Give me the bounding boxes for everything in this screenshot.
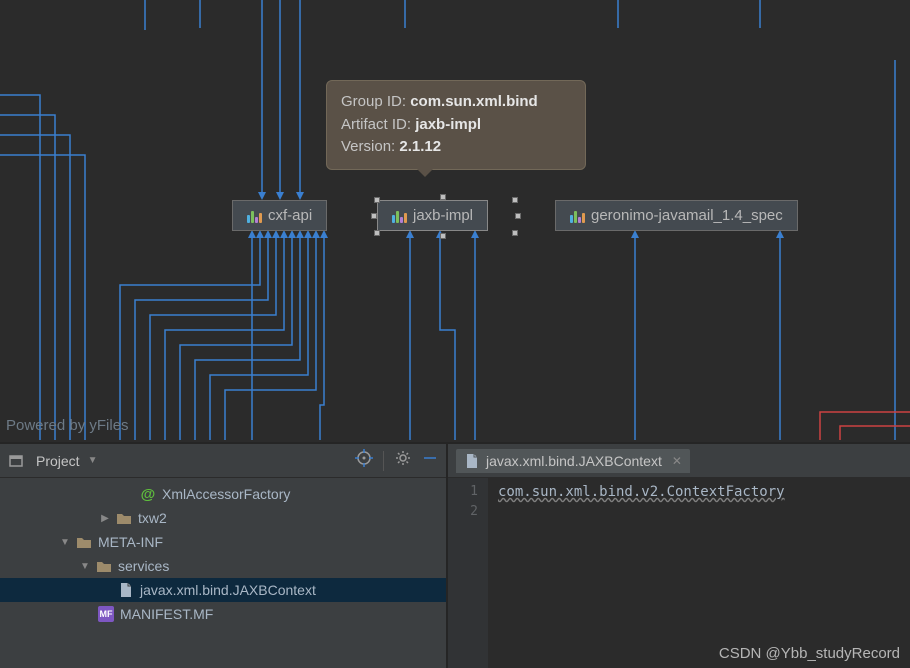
module-icon <box>570 209 585 223</box>
editor-tabs: javax.xml.bind.JAXBContext ✕ <box>448 444 910 478</box>
tooltip-version-label: Version: <box>341 138 395 155</box>
tooltip-group-value: com.sun.xml.bind <box>410 93 538 110</box>
project-header: Project ▼ <box>0 444 446 478</box>
code-area[interactable]: com.sun.xml.bind.v2.ContextFactory <box>488 478 910 668</box>
selection-handle[interactable] <box>515 213 521 219</box>
gear-icon[interactable] <box>394 449 412 472</box>
module-icon <box>392 209 407 223</box>
tooltip-artifact-label: Artifact ID: <box>341 116 411 133</box>
tree-label: txw2 <box>138 510 167 526</box>
selection-handle[interactable] <box>374 230 380 236</box>
node-geronimo[interactable]: geronimo-javamail_1.4_spec <box>555 200 798 231</box>
node-cxf-api[interactable]: cxf-api <box>232 200 327 231</box>
project-icon <box>8 453 24 469</box>
target-icon[interactable] <box>355 449 373 472</box>
selection-handle[interactable] <box>374 197 380 203</box>
file-icon <box>464 453 480 469</box>
tooltip-artifact-value: jaxb-impl <box>415 116 481 133</box>
tooltip-version-value: 2.1.12 <box>399 138 441 155</box>
project-tree[interactable]: @ XmlAccessorFactory ▶ txw2 ▼ META-INF ▼… <box>0 478 446 668</box>
tree-item-manifest[interactable]: MF MANIFEST.MF <box>0 602 446 626</box>
code-line: com.sun.xml.bind.v2.ContextFactory <box>498 482 900 502</box>
selection-handle[interactable] <box>440 194 446 200</box>
node-label: geronimo-javamail_1.4_spec <box>591 207 783 224</box>
project-tool-window[interactable]: Project ▼ @ XmlAccessorFactory <box>0 444 448 668</box>
node-label: jaxb-impl <box>413 207 473 224</box>
selection-handle[interactable] <box>512 230 518 236</box>
tree-item-services[interactable]: ▼ services <box>0 554 446 578</box>
divider <box>383 451 384 471</box>
minimize-icon[interactable] <box>422 450 438 471</box>
tooltip-group-label: Group ID: <box>341 93 406 110</box>
tree-label: XmlAccessorFactory <box>162 486 290 502</box>
editor-panel: javax.xml.bind.JAXBContext ✕ 1 2 com.sun… <box>448 444 910 668</box>
tree-item-metainf[interactable]: ▼ META-INF <box>0 530 446 554</box>
dropdown-arrow-icon[interactable]: ▼ <box>88 455 98 466</box>
tree-item-jaxbcontext[interactable]: javax.xml.bind.JAXBContext <box>0 578 446 602</box>
tree-label: MANIFEST.MF <box>120 606 213 622</box>
tree-label: javax.xml.bind.JAXBContext <box>140 582 316 598</box>
selection-handle[interactable] <box>371 213 377 219</box>
ide-panel: Project ▼ @ XmlAccessorFactory <box>0 442 910 668</box>
tree-item-txw2[interactable]: ▶ txw2 <box>0 506 446 530</box>
annotation-icon: @ <box>140 486 156 502</box>
line-number: 2 <box>448 502 478 522</box>
module-icon <box>247 209 262 223</box>
file-icon <box>118 582 134 598</box>
folder-icon <box>96 558 112 574</box>
selection-handle[interactable] <box>512 197 518 203</box>
watermark: CSDN @Ybb_studyRecord <box>719 645 900 662</box>
project-title: Project <box>36 453 80 469</box>
collapse-arrow-icon[interactable]: ▼ <box>80 561 90 572</box>
dependency-diagram-panel[interactable]: Group ID: com.sun.xml.bind Artifact ID: … <box>0 0 910 442</box>
editor-tab[interactable]: javax.xml.bind.JAXBContext ✕ <box>456 449 690 473</box>
tree-label: services <box>118 558 169 574</box>
node-jaxb-impl[interactable]: jaxb-impl <box>377 200 488 231</box>
tree-item-xmlaccessor[interactable]: @ XmlAccessorFactory <box>0 482 446 506</box>
close-icon[interactable]: ✕ <box>672 454 682 468</box>
line-number: 1 <box>448 482 478 502</box>
collapse-arrow-icon[interactable]: ▼ <box>60 537 70 548</box>
folder-icon <box>116 510 132 526</box>
artifact-tooltip: Group ID: com.sun.xml.bind Artifact ID: … <box>326 80 586 170</box>
editor-body[interactable]: 1 2 com.sun.xml.bind.v2.ContextFactory <box>448 478 910 668</box>
powered-by-label: Powered by yFiles <box>6 417 129 434</box>
expand-arrow-icon[interactable]: ▶ <box>100 513 110 524</box>
tab-label: javax.xml.bind.JAXBContext <box>486 453 662 469</box>
node-label: cxf-api <box>268 207 312 224</box>
tree-label: META-INF <box>98 534 163 550</box>
manifest-icon: MF <box>98 606 114 622</box>
editor-gutter: 1 2 <box>448 478 488 668</box>
folder-icon <box>76 534 92 550</box>
selection-handle[interactable] <box>440 233 446 239</box>
